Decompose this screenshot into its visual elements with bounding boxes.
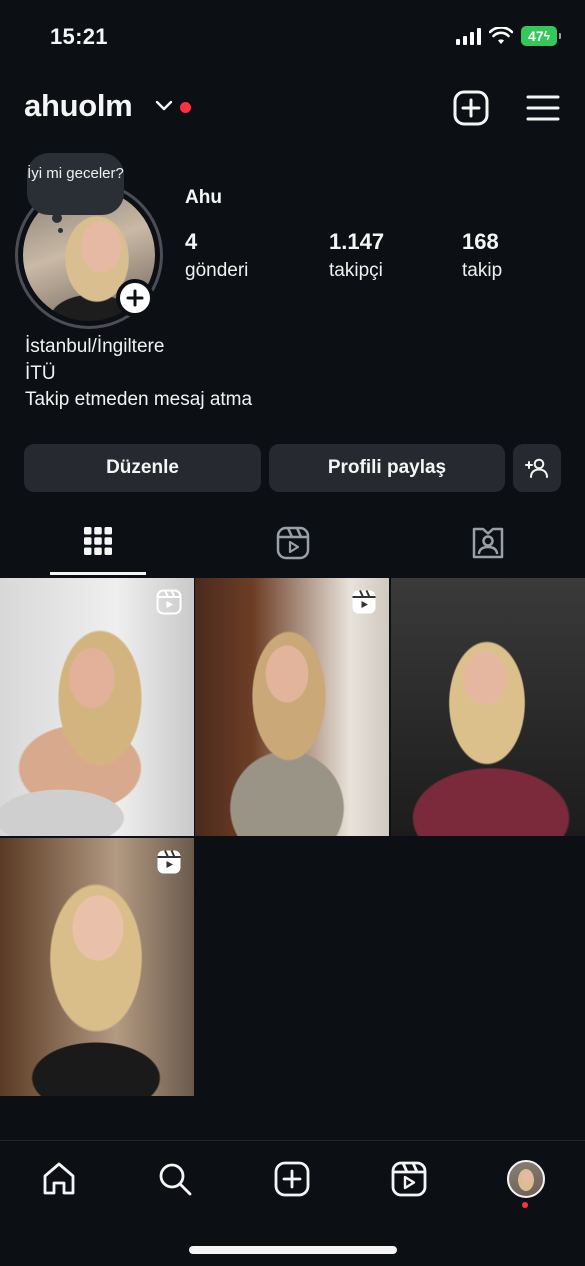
tab-reels[interactable] xyxy=(195,520,390,576)
battery-icon: 47 ϟ xyxy=(521,26,561,46)
menu-icon[interactable] xyxy=(525,92,561,124)
tab-posts[interactable] xyxy=(0,520,195,576)
status-time: 15:21 xyxy=(50,24,108,49)
post-thumbnail[interactable] xyxy=(391,578,585,836)
nav-profile[interactable] xyxy=(506,1159,546,1199)
profile-notification-dot xyxy=(522,1202,528,1208)
profile-avatar-small xyxy=(507,1160,545,1198)
stat-value: 1.147 xyxy=(329,229,385,254)
active-tab-indicator xyxy=(50,572,146,575)
plus-icon xyxy=(126,289,144,307)
following-count[interactable]: 168 takip xyxy=(462,229,502,282)
reel-badge-icon xyxy=(156,589,182,615)
reels-icon xyxy=(391,1161,427,1197)
nav-search[interactable] xyxy=(155,1159,195,1199)
note-bubble-tail xyxy=(52,213,62,223)
display-name: Ahu xyxy=(185,187,222,208)
add-person-icon xyxy=(525,458,548,478)
chevron-down-icon[interactable] xyxy=(155,98,173,112)
grid-icon xyxy=(83,527,112,555)
profile-header: ahuolm xyxy=(0,84,585,134)
bio-line: Takip etmeden mesaj atma xyxy=(25,389,253,410)
stat-value: 4 xyxy=(185,229,198,254)
posts-count[interactable]: 4 gönderi xyxy=(185,229,248,282)
followers-count[interactable]: 1.147 takipçi xyxy=(329,229,384,282)
status-bar: 15:21 47 ϟ xyxy=(0,0,585,70)
edit-profile-button[interactable]: Düzenle xyxy=(24,444,261,492)
home-indicator[interactable] xyxy=(189,1246,397,1254)
reel-badge-icon xyxy=(352,590,376,614)
status-icons: 47 ϟ xyxy=(456,26,561,46)
nav-home[interactable] xyxy=(39,1159,79,1199)
home-icon xyxy=(43,1162,75,1195)
note-bubble-tail-small xyxy=(58,228,63,233)
bio-line: İTÜ xyxy=(25,362,56,384)
stat-label: gönderi xyxy=(185,260,249,281)
post-thumbnail[interactable] xyxy=(195,578,389,836)
stat-label: takip xyxy=(462,260,503,281)
wifi-icon xyxy=(489,27,513,44)
tab-tagged[interactable] xyxy=(390,520,585,576)
tagged-icon xyxy=(472,527,503,559)
cellular-signal-icon xyxy=(456,27,481,45)
notification-dot xyxy=(180,102,191,113)
search-icon xyxy=(159,1163,192,1196)
create-post-icon[interactable] xyxy=(453,90,489,126)
nav-reels[interactable] xyxy=(389,1159,429,1199)
stat-value: 168 xyxy=(462,229,499,254)
battery-level: 47 xyxy=(528,28,544,44)
stat-label: takipçi xyxy=(329,260,383,281)
create-icon xyxy=(274,1161,310,1197)
post-thumbnail[interactable] xyxy=(0,578,194,836)
bio: İstanbul/İngiltere İTÜ Takip etmeden mes… xyxy=(25,334,252,414)
username-switcher[interactable]: ahuolm xyxy=(24,88,133,124)
profile-note[interactable]: İyi mi geceler? xyxy=(27,153,124,215)
bio-line: İstanbul/İngiltere xyxy=(25,336,165,357)
post-thumbnail[interactable] xyxy=(0,838,194,1096)
share-profile-button[interactable]: Profili paylaş xyxy=(269,444,505,492)
reel-badge-icon xyxy=(157,850,181,874)
nav-create[interactable] xyxy=(272,1159,312,1199)
add-story-button[interactable] xyxy=(116,279,154,317)
discover-people-button[interactable] xyxy=(513,444,561,492)
reels-icon xyxy=(276,526,309,560)
